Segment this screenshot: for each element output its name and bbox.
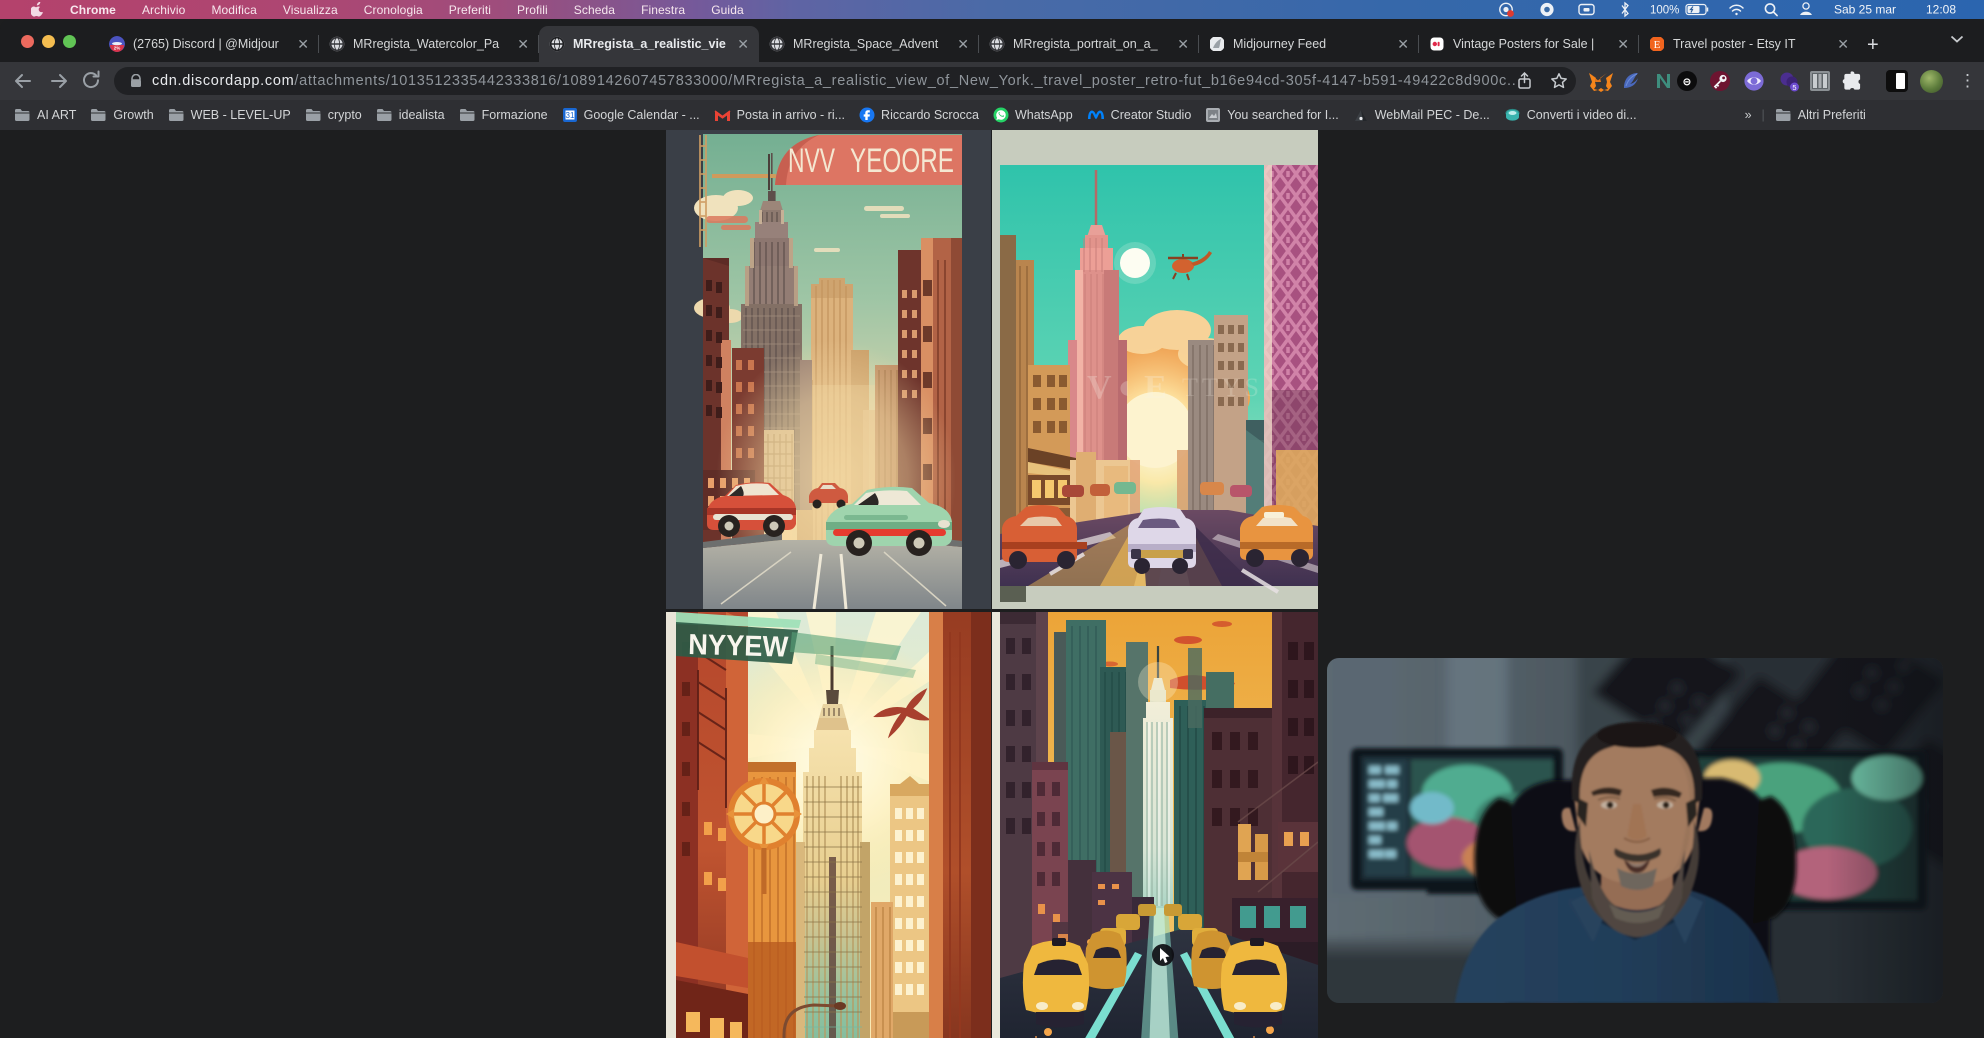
svg-text:Sab 25 mar: Sab 25 mar bbox=[1834, 3, 1896, 17]
svg-text:YEOORE: YEOORE bbox=[850, 142, 954, 180]
svg-text:⊝: ⊝ bbox=[1683, 77, 1691, 88]
svg-text:V◐E: V◐E bbox=[1087, 369, 1173, 406]
svg-text:E: E bbox=[1654, 39, 1661, 51]
svg-text:5: 5 bbox=[1792, 83, 1796, 92]
svg-text:TTYS: TTYS bbox=[1182, 373, 1263, 402]
svg-text:31: 31 bbox=[565, 111, 574, 120]
svg-text:NYYEW: NYYEW bbox=[688, 629, 789, 664]
svg-text:100%: 100% bbox=[1650, 5, 1679, 17]
svg-text:NVV: NVV bbox=[788, 142, 835, 180]
svg-text:12:08: 12:08 bbox=[1926, 3, 1956, 17]
svg-text:2%: 2% bbox=[114, 45, 121, 50]
